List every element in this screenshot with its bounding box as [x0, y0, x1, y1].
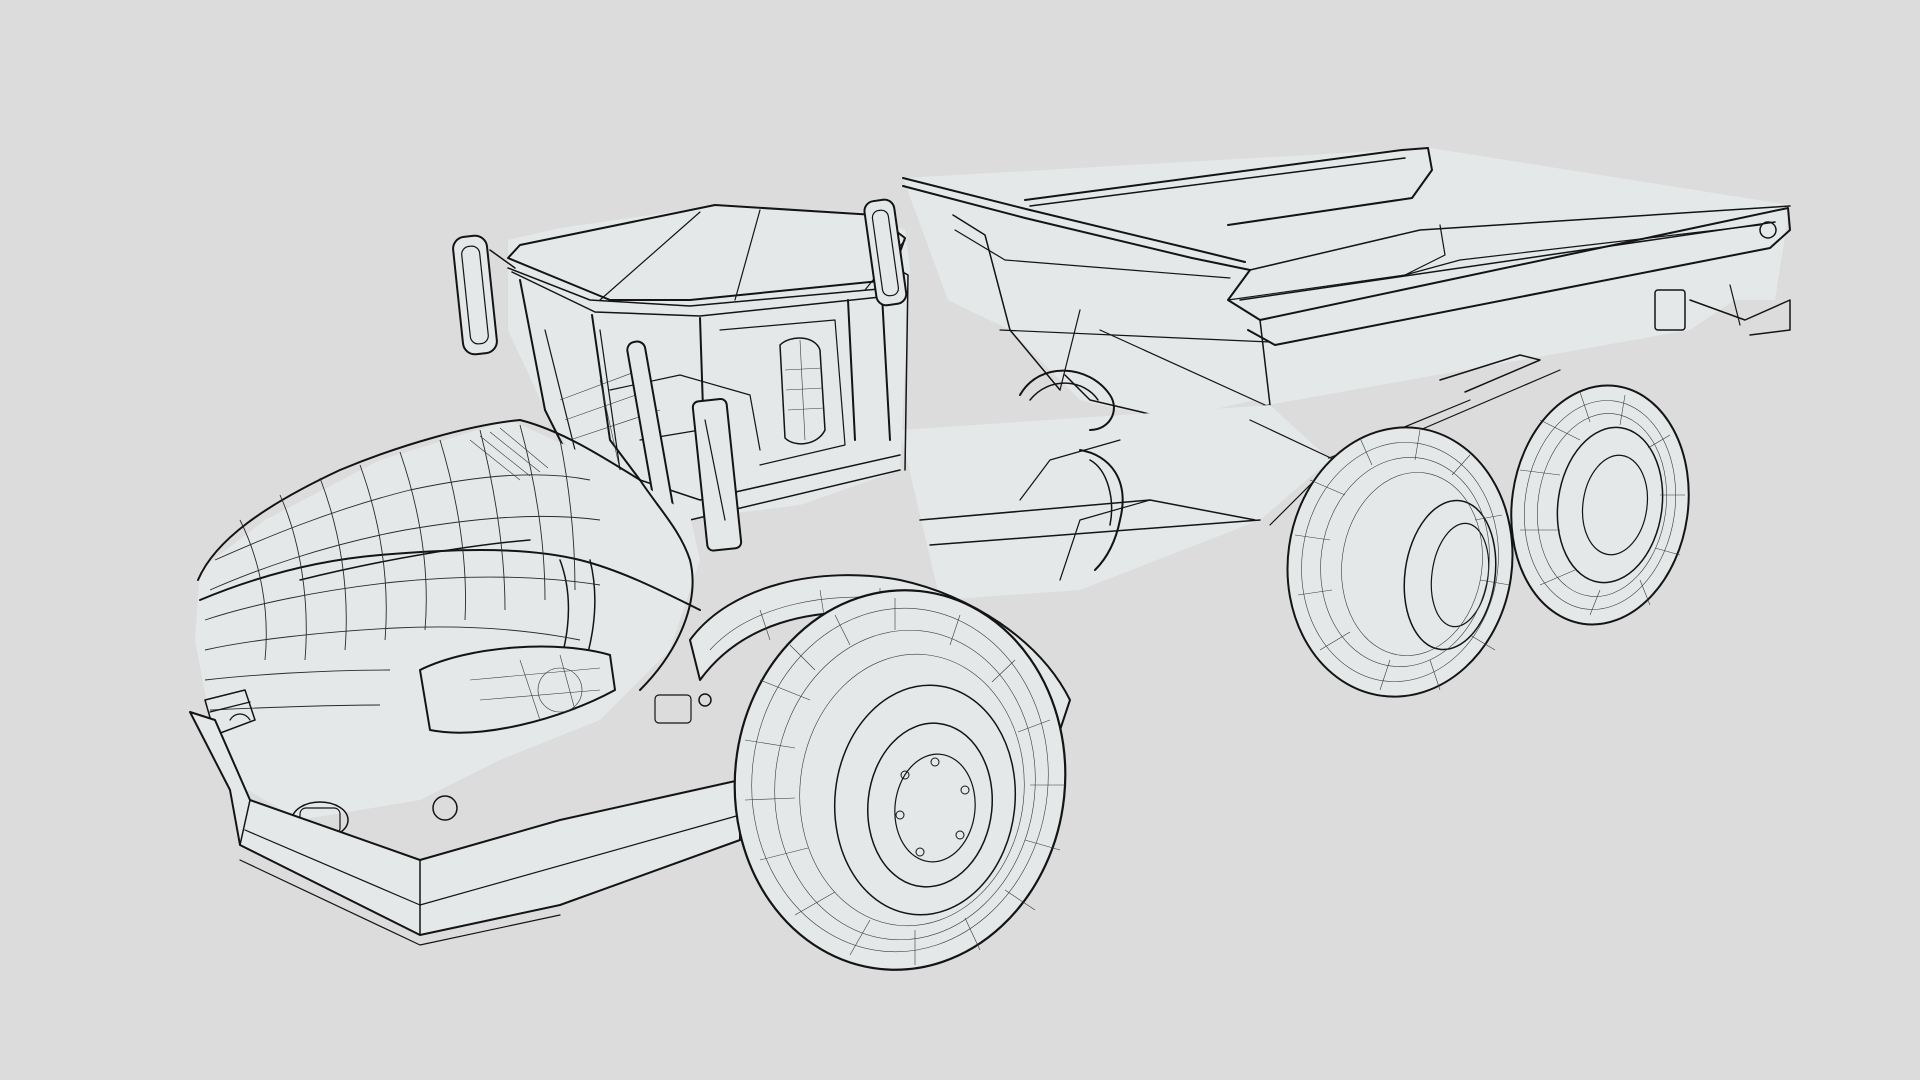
side-mirror-left [452, 234, 516, 356]
3d-viewport[interactable] [0, 0, 1920, 1080]
front-wheel [689, 574, 1071, 971]
side-details [654, 693, 712, 724]
rear-wheel-2 [1510, 384, 1690, 626]
wireframe-model [189, 147, 1791, 971]
engine-hood [195, 419, 701, 839]
